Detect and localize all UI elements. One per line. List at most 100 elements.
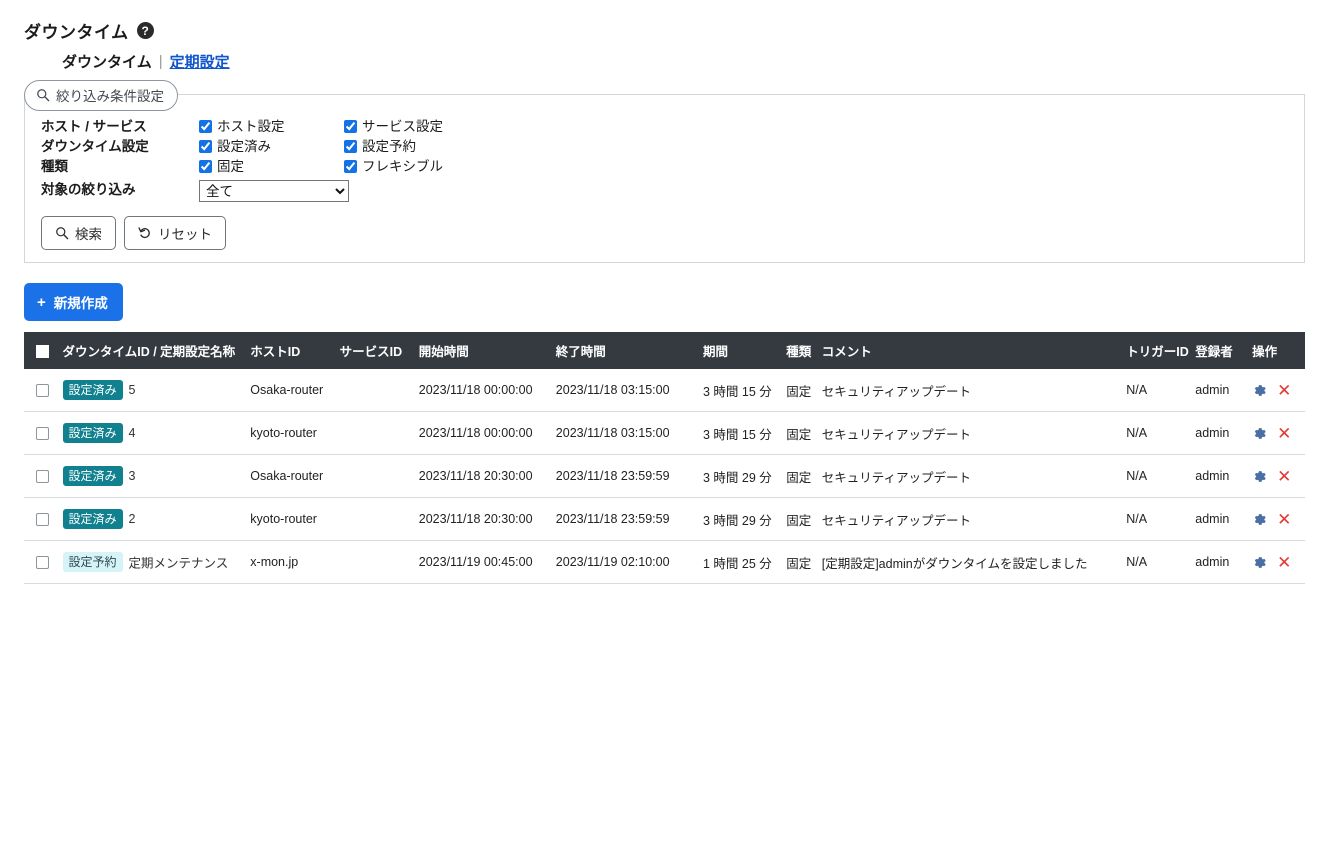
gear-icon[interactable] [1252, 512, 1267, 527]
cell-start-time: 2023/11/18 00:00:00 [414, 369, 552, 412]
row-checkbox[interactable] [36, 427, 49, 441]
row-actions: ✕ [1252, 382, 1301, 399]
reset-button[interactable]: リセット [124, 216, 226, 250]
cell-comment: [定期設定]adminがダウンタイムを設定しました [817, 540, 1123, 584]
row-checkbox[interactable] [36, 384, 49, 398]
new-downtime-button[interactable]: + 新規作成 [24, 283, 123, 321]
cell-operations: ✕ [1248, 411, 1305, 455]
filter-fields: ホスト / サービス ホスト設定 サービス設定 ダウンタイム設定 設定済み 設定… [41, 117, 1288, 202]
filter-checkbox-flexible[interactable]: フレキシブル [344, 157, 1288, 176]
downtime-page: ダウンタイム ? ダウンタイム | 定期設定 絞り込み条件設定 ホスト / サー… [0, 0, 1329, 863]
filter-toggle-button[interactable]: 絞り込み条件設定 [24, 80, 178, 111]
question-mark-icon[interactable]: ? [136, 22, 154, 39]
cell-user: admin [1191, 497, 1249, 541]
table-row: 設定済み 2 kyoto-router 2023/11/18 20:30:00 2023… [24, 497, 1305, 541]
cell-trigger-id: N/A [1122, 497, 1192, 541]
filter-label-downtime-setting: ダウンタイム設定 [41, 139, 149, 154]
cell-host-id: x-mon.jp [246, 540, 336, 584]
cell-user: admin [1191, 540, 1249, 584]
close-x-icon[interactable]: ✕ [1277, 511, 1291, 528]
filter-checkbox-fixed-input[interactable] [199, 160, 212, 173]
cell-service-id [335, 369, 415, 412]
table-head: ダウンタイムID / 定期設定名称 ホストID サービスID 開始時間 終了時間… [24, 332, 1305, 369]
close-x-icon[interactable]: ✕ [1277, 425, 1291, 442]
toolbar: + 新規作成 [24, 283, 1329, 321]
status-badge: 設定済み [62, 423, 123, 443]
close-x-icon[interactable]: ✕ [1277, 382, 1291, 399]
column-header-operations: 操作 [1248, 332, 1305, 369]
filter-label-target: 対象の絞り込み [41, 182, 136, 197]
row-actions: ✕ [1252, 425, 1301, 442]
cell-kind: 固定 [782, 540, 818, 584]
filter-checkbox-host-setting[interactable]: ホスト設定 [199, 117, 344, 136]
column-header-host-id[interactable]: ホストID [246, 332, 336, 369]
filter-target-select[interactable]: 全て [199, 180, 349, 202]
filter-checkbox-reserved-input[interactable] [344, 140, 357, 153]
status-badge: 設定済み [62, 466, 123, 486]
downtime-table-wrapper: ダウンタイムID / 定期設定名称 ホストID サービスID 開始時間 終了時間… [24, 332, 1305, 584]
cell-start-time: 2023/11/19 00:45:00 [414, 540, 552, 584]
column-header-duration[interactable]: 期間 [698, 332, 783, 369]
row-select-cell [24, 540, 59, 584]
column-header-trigger-id[interactable]: トリガーID [1122, 332, 1192, 369]
cell-duration: 3 時間 15 分 [698, 411, 783, 455]
column-header-user[interactable]: 登録者 [1191, 332, 1249, 369]
filter-panel: 絞り込み条件設定 ホスト / サービス ホスト設定 サービス設定 ダウンタイム設… [24, 80, 1305, 263]
column-header-end-time[interactable]: 終了時間 [551, 332, 699, 369]
cell-duration: 1 時間 25 分 [698, 540, 783, 584]
close-x-icon[interactable]: ✕ [1277, 468, 1291, 485]
cell-user: admin [1191, 454, 1249, 498]
cell-downtime-id: 設定済み 3 [58, 454, 247, 498]
filter-checkbox-host-setting-input[interactable] [199, 120, 212, 133]
filter-checkbox-service-setting[interactable]: サービス設定 [344, 117, 1288, 136]
gear-icon[interactable] [1252, 426, 1267, 441]
search-icon [56, 227, 69, 240]
page-title: ダウンタイム [24, 23, 129, 42]
column-header-start-time[interactable]: 開始時間 [414, 332, 552, 369]
cell-host-id: Osaka-router [246, 454, 336, 498]
row-checkbox[interactable] [36, 513, 49, 527]
filter-checkbox-service-setting-label: サービス設定 [362, 119, 443, 134]
filter-checkbox-reserved[interactable]: 設定予約 [344, 137, 1288, 156]
cell-service-id [335, 540, 415, 584]
filter-checkbox-configured-input[interactable] [199, 140, 212, 153]
filter-label-host-service: ホスト / サービス [41, 119, 147, 134]
table-header-row: ダウンタイムID / 定期設定名称 ホストID サービスID 開始時間 終了時間… [24, 332, 1305, 369]
row-checkbox[interactable] [36, 470, 49, 484]
filter-checkbox-flexible-label: フレキシブル [362, 159, 443, 174]
select-all-checkbox[interactable] [36, 344, 49, 358]
cell-kind: 固定 [782, 497, 818, 541]
row-select-cell [24, 369, 59, 412]
column-header-kind[interactable]: 種類 [782, 332, 818, 369]
filter-checkbox-service-setting-input[interactable] [344, 120, 357, 133]
table-row: 設定予約 定期メンテナンス x-mon.jp 2023/11/19 00:45:00 2… [24, 540, 1305, 584]
cell-service-id [335, 497, 415, 541]
table-row: 設定済み 3 Osaka-router 2023/11/18 20:30:00 2023… [24, 454, 1305, 498]
cell-trigger-id: N/A [1122, 369, 1192, 412]
cell-downtime-id: 設定済み 2 [58, 497, 247, 541]
cell-trigger-id: N/A [1122, 454, 1192, 498]
row-select-cell [24, 411, 59, 455]
filter-checkbox-flexible-input[interactable] [344, 160, 357, 173]
filter-toggle-label: 絞り込み条件設定 [56, 89, 164, 104]
cell-duration: 3 時間 29 分 [698, 454, 783, 498]
row-checkbox[interactable] [36, 556, 49, 570]
gear-icon[interactable] [1252, 383, 1267, 398]
cell-comment: セキュリティアップデート [817, 454, 1123, 498]
cell-operations: ✕ [1248, 540, 1305, 584]
subnav-link-recurring-settings[interactable]: 定期設定 [170, 51, 230, 72]
search-button[interactable]: 検索 [41, 216, 116, 250]
column-header-comment[interactable]: コメント [817, 332, 1123, 369]
cell-service-id [335, 454, 415, 498]
column-header-service-id[interactable]: サービスID [335, 332, 415, 369]
gear-icon[interactable] [1252, 555, 1267, 570]
cell-comment: セキュリティアップデート [817, 497, 1123, 541]
close-x-icon[interactable]: ✕ [1277, 554, 1291, 571]
filter-checkbox-fixed[interactable]: 固定 [199, 157, 344, 176]
filter-checkbox-configured[interactable]: 設定済み [199, 137, 344, 156]
downtime-id-text: 3 [128, 469, 136, 483]
gear-icon[interactable] [1252, 469, 1267, 484]
filter-action-buttons: 検索 リセット [41, 216, 1288, 250]
column-header-id[interactable]: ダウンタイムID / 定期設定名称 [58, 332, 247, 369]
new-downtime-button-label: 新規作成 [53, 296, 108, 311]
